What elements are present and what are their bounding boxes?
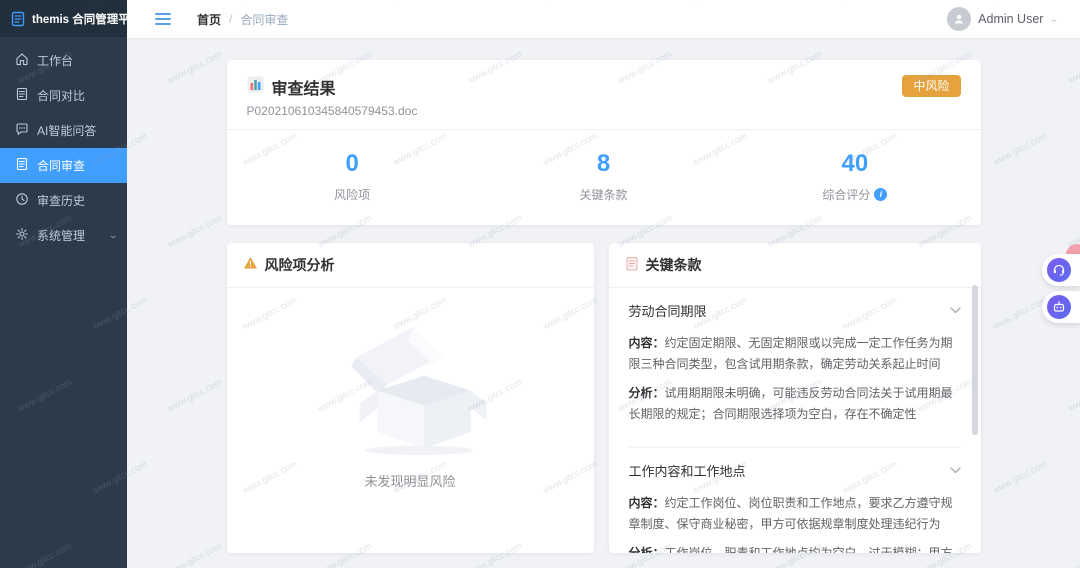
clause-item-contract-term: 劳动合同期限 内容：约定固定期限、无固定期限或以完成一定工作任务为期限三种合同类… xyxy=(628,288,961,448)
stats-row: 0 风险项 8 关键条款 40 综合评分 i xyxy=(227,130,981,225)
clause-content-text: 约定工作岗位、岗位职责和工作地点，要求乙方遵守规章制度、保守商业秘密，甲方可依据… xyxy=(628,495,953,531)
app-title: themis 合同管理平台 xyxy=(32,13,142,26)
scrollbar-thumb[interactable] xyxy=(971,284,978,435)
document-icon xyxy=(15,87,29,104)
clause-item-work-content: 工作内容和工作地点 内容：约定工作岗位、岗位职责和工作地点，要求乙方遵守规章制度… xyxy=(629,448,961,553)
chevron-down-icon xyxy=(949,467,961,474)
logo-document-icon xyxy=(10,11,26,27)
main-content: 审查结果 P020210610345840579453.doc 中风险 0 风险… xyxy=(127,38,1080,568)
stat-label: 综合评分 xyxy=(822,187,871,202)
breadcrumb: 首页 / 合同审查 xyxy=(197,11,288,28)
sidebar-item-system-settings[interactable]: 系统管理 ⌄ xyxy=(0,218,127,253)
risk-level-badge: 中风险 xyxy=(902,75,961,97)
result-card-title: 审查结果 xyxy=(271,81,336,98)
avatar xyxy=(947,7,972,31)
app-root: themis 合同管理平台 工作台 合同对比 AI智能问答 合同审查 审查历史 xyxy=(0,0,1080,568)
topbar: 首页 / 合同审查 Admin User ⌄ xyxy=(127,0,1080,38)
chat-icon xyxy=(15,122,29,139)
floating-widgets xyxy=(1042,244,1080,328)
hamburger-menu-icon[interactable] xyxy=(155,13,171,25)
sidebar: themis 合同管理平台 工作台 合同对比 AI智能问答 合同审查 审查历史 xyxy=(0,0,141,568)
sidebar-item-label: 工作台 xyxy=(37,54,74,68)
breadcrumb-separator: / xyxy=(229,12,233,26)
clipboard-icon xyxy=(625,256,639,274)
clause-title: 工作内容和工作地点 xyxy=(628,463,746,479)
document-check-icon xyxy=(15,157,29,174)
sidebar-item-label: 系统管理 xyxy=(37,229,86,243)
clause-content: 内容：约定工作岗位、岗位职责和工作地点，要求乙方遵守规章制度、保守商业秘密，甲方… xyxy=(629,493,961,553)
chevron-down-icon xyxy=(949,307,961,314)
clause-header[interactable]: 劳动合同期限 xyxy=(629,288,961,333)
risk-analysis-panel: 风险项分析 未发现明显风险 xyxy=(226,242,594,553)
breadcrumb-current: 合同审查 xyxy=(240,12,289,27)
review-result-card: 审查结果 P020210610345840579453.doc 中风险 0 风险… xyxy=(226,60,981,225)
clause-content-text: 约定固定期限、无固定期限或以完成一定工作任务为期限三种合同类型，包含试用期条款，… xyxy=(628,335,953,371)
customer-service-button[interactable] xyxy=(1042,254,1080,286)
sidebar-item-review-history[interactable]: 审查历史 xyxy=(0,183,127,218)
clauses-list: 劳动合同期限 内容：约定固定期限、无固定期限或以完成一定工作任务为期限三种合同类… xyxy=(609,288,981,553)
sidebar-item-label: 审查历史 xyxy=(37,194,86,208)
clause-title: 劳动合同期限 xyxy=(628,303,707,319)
scrollbar-track xyxy=(971,284,978,549)
empty-state-text: 未发现明显风险 xyxy=(364,473,456,489)
chevron-down-icon: ⌄ xyxy=(1049,14,1060,23)
stat-label: 风险项 xyxy=(334,187,371,202)
sidebar-item-label: AI智能问答 xyxy=(37,124,97,138)
warning-triangle-icon xyxy=(243,256,258,273)
analysis-label: 分析： xyxy=(628,545,665,553)
home-icon xyxy=(15,52,29,69)
clause-analysis-text: 工作岗位、职责和工作地点均为空白，过于模糊；甲方规章制度未明确，可能被滥用；工作… xyxy=(664,545,953,553)
clock-icon xyxy=(15,192,29,209)
ai-assistant-button[interactable] xyxy=(1042,291,1080,323)
app-logo: themis 合同管理平台 xyxy=(0,0,141,37)
user-name: Admin User xyxy=(978,12,1044,26)
stat-key-clauses: 8 关键条款 xyxy=(478,150,729,203)
content-label: 内容： xyxy=(628,335,665,350)
empty-state: 未发现明显风险 xyxy=(247,288,574,490)
sidebar-item-label: 合同对比 xyxy=(37,89,86,103)
robot-icon xyxy=(1047,295,1071,319)
sidebar-item-label: 合同审查 xyxy=(37,159,86,173)
gear-icon xyxy=(15,227,29,244)
user-menu[interactable]: Admin User ⌄ xyxy=(947,7,1060,31)
stat-value: 8 xyxy=(596,150,611,177)
document-name: P020210610345840579453.doc xyxy=(246,104,418,118)
stat-risk-items: 0 风险项 xyxy=(227,150,478,203)
chevron-down-icon: ⌄ xyxy=(107,230,118,241)
sidebar-item-contract-compare[interactable]: 合同对比 xyxy=(0,78,127,113)
bar-chart-icon xyxy=(247,76,264,98)
content-label: 内容： xyxy=(628,495,665,510)
headset-icon xyxy=(1047,258,1071,282)
clause-content: 内容：约定固定期限、无固定期限或以完成一定工作任务为期限三种合同类型，包含试用期… xyxy=(629,333,961,447)
breadcrumb-home[interactable]: 首页 xyxy=(197,11,221,28)
sidebar-item-contract-review[interactable]: 合同审查 xyxy=(0,148,127,183)
stat-value: 0 xyxy=(345,150,359,177)
stat-value: 40 xyxy=(841,150,869,177)
info-icon[interactable]: i xyxy=(874,187,888,201)
clause-analysis-text: 试用期期限未明确，可能违反劳动合同法关于试用期最长期限的规定；合同期限选择项为空… xyxy=(628,385,953,421)
stat-overall-score: 40 综合评分 i xyxy=(729,150,980,203)
clause-header[interactable]: 工作内容和工作地点 xyxy=(629,448,961,493)
clauses-panel-title: 关键条款 xyxy=(645,256,702,273)
sidebar-menu: 工作台 合同对比 AI智能问答 合同审查 审查历史 系统管理 ⌄ xyxy=(0,37,127,253)
sidebar-item-workbench[interactable]: 工作台 xyxy=(0,43,127,78)
analysis-label: 分析： xyxy=(628,385,665,400)
empty-box-illustration xyxy=(330,316,490,461)
key-clauses-panel: 关键条款 劳动合同期限 内容：约定固定期限、无固定期限或以完成一定工作任务为期限… xyxy=(608,242,981,553)
risk-panel-title: 风险项分析 xyxy=(264,256,335,273)
sidebar-item-ai-qa[interactable]: AI智能问答 xyxy=(0,113,127,148)
stat-label: 关键条款 xyxy=(579,187,628,202)
